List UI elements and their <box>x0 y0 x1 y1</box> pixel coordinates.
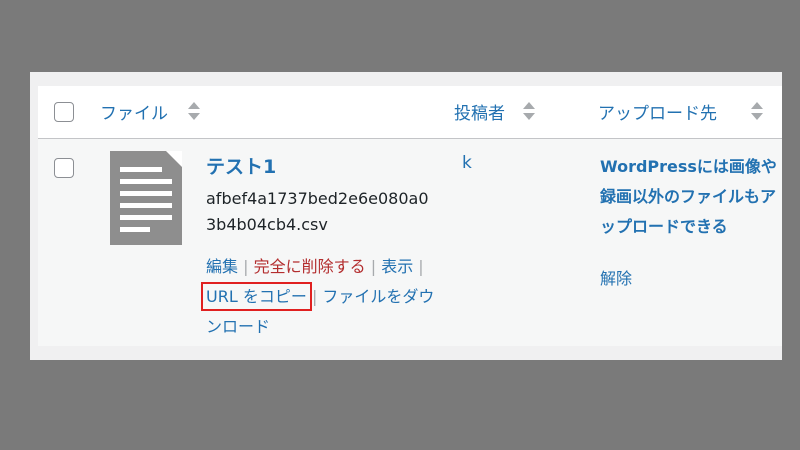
detach-link[interactable]: 解除 <box>600 265 632 289</box>
sort-icon[interactable] <box>750 100 764 122</box>
action-separator: | <box>418 257 424 276</box>
column-uploaded-to-header[interactable]: アップロード先 <box>598 99 717 124</box>
author-link[interactable]: k <box>462 153 472 173</box>
edit-link[interactable]: 編集 <box>206 257 238 276</box>
sort-icon[interactable] <box>522 100 536 122</box>
media-table: ファイル 投稿者 アップロード先 テスト1 afbef4a1737bed2e6e… <box>38 86 782 346</box>
sort-icon[interactable] <box>187 100 201 122</box>
media-list-panel: ファイル 投稿者 アップロード先 テスト1 afbef4a1737bed2e6e… <box>30 72 782 360</box>
table-header: ファイル 投稿者 アップロード先 <box>38 86 782 139</box>
column-file-header[interactable]: ファイル <box>100 99 168 124</box>
row-checkbox[interactable] <box>54 158 74 178</box>
table-row: テスト1 afbef4a1737bed2e6e080a03b4b04cb4.cs… <box>38 139 782 346</box>
uploaded-to-link[interactable]: WordPressには画像や録画以外のファイルもアップロードできる <box>600 152 780 242</box>
media-filename: afbef4a1737bed2e6e080a03b4b04cb4.csv <box>206 189 429 234</box>
copy-url-link[interactable]: URL をコピー <box>201 282 312 311</box>
document-line <box>120 215 172 220</box>
action-separator: | <box>311 287 318 306</box>
document-line <box>120 179 172 184</box>
document-line <box>120 227 150 232</box>
action-separator: | <box>370 257 377 276</box>
select-all-checkbox[interactable] <box>54 102 74 122</box>
row-actions: 編集 | 完全に削除する | 表示 | URL をコピー | ファイルをダウンロ… <box>201 252 436 342</box>
action-separator: | <box>243 257 249 276</box>
document-line <box>120 191 172 196</box>
document-icon[interactable] <box>110 151 182 245</box>
document-line <box>120 203 172 208</box>
document-line <box>120 167 162 172</box>
media-title-link[interactable]: テスト1 <box>206 152 276 179</box>
delete-permanently-link[interactable]: 完全に削除する <box>254 257 366 276</box>
document-fold <box>166 151 182 167</box>
column-author-header[interactable]: 投稿者 <box>454 99 505 124</box>
view-link[interactable]: 表示 <box>381 257 413 276</box>
